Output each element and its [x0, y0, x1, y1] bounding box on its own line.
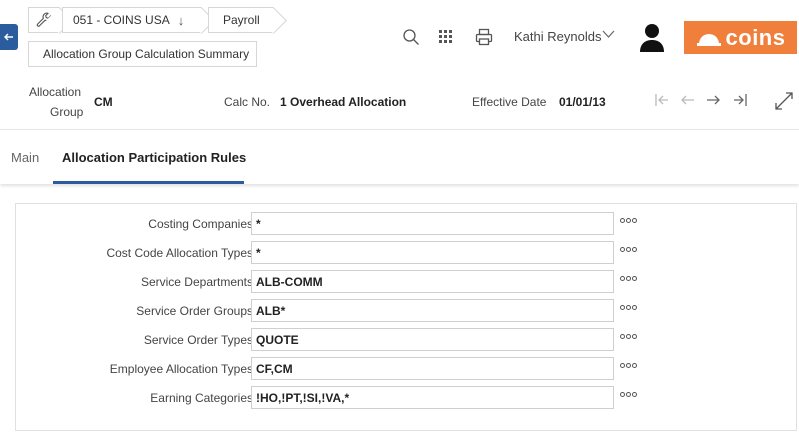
apps-button[interactable]: [435, 26, 457, 48]
service-order-groups-field[interactable]: ALB*: [251, 299, 614, 322]
next-record-button[interactable]: [705, 93, 721, 111]
service-order-groups-lookup-button[interactable]: [620, 305, 637, 310]
cost-code-allocation-types-field[interactable]: *: [251, 241, 614, 264]
rule-row: Cost Code Allocation Types *: [16, 241, 798, 265]
service-departments-field[interactable]: ALB-COMM: [251, 270, 614, 293]
earning-categories-field[interactable]: !HO,!PT,!SI,!VA,*: [251, 386, 614, 409]
page-title: Allocation Group Calculation Summary: [43, 47, 250, 61]
printer-icon: [475, 28, 493, 46]
print-button[interactable]: [473, 26, 495, 48]
allocation-group-value: CM: [94, 95, 113, 109]
earning-categories-lookup-button[interactable]: [620, 392, 637, 397]
expand-button[interactable]: [774, 91, 794, 115]
cost-code-allocation-types-label: Cost Code Allocation Types: [106, 246, 253, 260]
last-record-icon: [734, 94, 747, 106]
avatar[interactable]: [638, 22, 666, 52]
rule-row: Costing Companies *: [16, 212, 798, 236]
calc-no-label: Calc No.: [224, 95, 271, 109]
service-order-groups-label: Service Order Groups: [136, 304, 253, 318]
rule-row: Service Order Types QUOTE: [16, 328, 798, 352]
previous-record-button[interactable]: [680, 93, 696, 111]
earning-categories-label: Earning Categories: [150, 391, 253, 405]
costing-companies-field[interactable]: *: [251, 212, 614, 235]
costing-companies-lookup-button[interactable]: [620, 218, 637, 223]
effective-date-value: 01/01/13: [559, 95, 606, 109]
allocation-group-label: Allocation: [29, 85, 82, 99]
hard-hat-icon: [696, 33, 721, 46]
effective-date-label: Effective Date: [472, 95, 547, 109]
back-button[interactable]: [0, 24, 18, 50]
wrench-icon: [36, 12, 52, 27]
breadcrumb-payroll-label: Payroll: [223, 13, 260, 27]
rule-row: Earning Categories !HO,!PT,!SI,!VA,*: [16, 386, 798, 410]
user-avatar-icon: [640, 24, 664, 52]
grid-icon: [439, 30, 452, 43]
breadcrumb-payroll[interactable]: Payroll: [208, 7, 274, 33]
user-menu-button[interactable]: [602, 27, 615, 42]
arrow-down-icon: ↓: [177, 12, 185, 28]
service-order-types-field[interactable]: QUOTE: [251, 328, 614, 351]
rules-panel: Costing Companies * Cost Code Allocation…: [15, 203, 797, 431]
user-name[interactable]: Kathi Reynolds: [514, 29, 601, 44]
tab-main[interactable]: Main: [11, 150, 39, 165]
active-tab-indicator: [53, 181, 244, 184]
rule-row: Employee Allocation Types CF,CM: [16, 357, 798, 381]
search-icon: [403, 29, 419, 45]
employee-allocation-types-field[interactable]: CF,CM: [251, 357, 614, 380]
employee-allocation-types-lookup-button[interactable]: [620, 363, 637, 368]
service-order-types-label: Service Order Types: [143, 333, 253, 347]
breadcrumb-company-label: 051 - COINS USA: [73, 13, 170, 27]
search-button[interactable]: [400, 26, 422, 48]
tab-allocation-participation-rules[interactable]: Allocation Participation Rules: [62, 150, 246, 165]
expand-icon: [775, 92, 793, 110]
rule-row: Service Departments ALB-COMM: [16, 270, 798, 294]
breadcrumb-page: Allocation Group Calculation Summary: [28, 41, 257, 67]
costing-companies-label: Costing Companies: [148, 217, 253, 231]
employee-allocation-types-label: Employee Allocation Types: [109, 362, 253, 376]
calc-no-value: 1 Overhead Allocation: [280, 95, 407, 109]
tab-bar: Main Allocation Participation Rules: [0, 129, 799, 184]
logo-text: coins: [725, 24, 786, 50]
rule-row: Service Order Groups ALB*: [16, 299, 798, 323]
chevron-down-icon: [602, 30, 615, 38]
first-record-icon: [655, 94, 668, 106]
brand-logo: coins: [684, 21, 797, 54]
next-record-icon: [707, 95, 720, 105]
service-order-types-lookup-button[interactable]: [620, 334, 637, 339]
service-departments-lookup-button[interactable]: [620, 276, 637, 281]
first-record-button[interactable]: [654, 93, 670, 111]
last-record-button[interactable]: [732, 93, 748, 111]
breadcrumb-company[interactable]: 051 - COINS USA ↓: [62, 7, 202, 33]
arrow-left-icon: [4, 33, 13, 41]
allocation-group-label-line2: Group: [50, 105, 84, 119]
breadcrumb-home[interactable]: [28, 7, 60, 33]
app-window: 051 - COINS USA ↓ Payroll Allocation Gro…: [0, 0, 799, 440]
cost-code-allocation-types-lookup-button[interactable]: [620, 247, 637, 252]
previous-record-icon: [681, 95, 694, 105]
service-departments-label: Service Departments: [140, 275, 253, 289]
